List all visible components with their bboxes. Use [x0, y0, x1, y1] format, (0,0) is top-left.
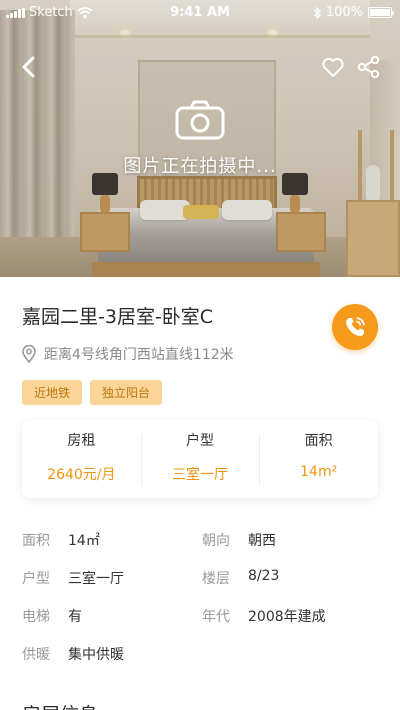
- battery-icon: [368, 7, 394, 18]
- location-text: 距离4号线角门西站直线112米: [44, 347, 234, 363]
- tag-near-subway: 近地铁: [22, 380, 83, 405]
- back-arrow-icon[interactable]: [16, 54, 42, 80]
- summary-area: 面积 14m²: [259, 420, 378, 498]
- detail-value: 集中供暖: [68, 647, 124, 663]
- room-photo: Sketch 9:41 AM 100% 图片正在拍摄中...: [0, 0, 400, 277]
- detail-row: 面积 14㎡ 朝向 朝西: [22, 530, 382, 568]
- tag-list: 近地铁 独立阳台: [22, 380, 163, 405]
- detail-floor: 楼层 8/23: [202, 568, 382, 588]
- camera-icon: [175, 100, 225, 140]
- share-icon[interactable]: [356, 54, 382, 80]
- photo-placeholder: 图片正在拍摄中...: [0, 100, 400, 178]
- detail-heating: 供暖 集中供暖: [22, 644, 212, 664]
- status-right: 100%: [313, 5, 394, 20]
- detail-value: 8/23: [248, 568, 280, 584]
- detail-label: 年代: [202, 609, 230, 625]
- summary-label: 户型: [186, 433, 214, 449]
- detail-row: 电梯 有 年代 2008年建成: [22, 606, 382, 644]
- summary-value: 14m²: [300, 464, 338, 480]
- shooting-status-text: 图片正在拍摄中...: [123, 156, 277, 177]
- status-bar: Sketch 9:41 AM 100%: [0, 0, 400, 24]
- heart-icon[interactable]: [320, 54, 346, 80]
- detail-value: 有: [68, 609, 82, 625]
- location-pin-icon: [22, 345, 36, 363]
- detail-layout: 户型 三室一厅: [22, 568, 202, 588]
- detail-label: 电梯: [22, 609, 50, 625]
- call-button[interactable]: [332, 304, 378, 350]
- summary-value: 三室一厅: [172, 467, 228, 483]
- detail-label: 户型: [22, 571, 50, 587]
- detail-label: 楼层: [202, 571, 230, 587]
- detail-row: 供暖 集中供暖: [22, 644, 382, 682]
- listing-title: 嘉园二里-3居室-卧室C: [22, 306, 214, 328]
- detail-value: 朝西: [248, 533, 276, 549]
- detail-elevator: 电梯 有: [22, 606, 202, 626]
- detail-year: 年代 2008年建成: [202, 606, 382, 626]
- detail-row: 户型 三室一厅 楼层 8/23: [22, 568, 382, 606]
- summary-value: 2640元/月: [47, 467, 116, 483]
- summary-layout: 户型 三室一厅: [140, 420, 260, 498]
- detail-label: 面积: [22, 533, 50, 549]
- detail-label: 朝向: [202, 533, 230, 549]
- detail-value: 三室一厅: [68, 571, 124, 587]
- detail-area: 面积 14㎡: [22, 530, 202, 550]
- summary-label: 面积: [304, 433, 333, 449]
- bluetooth-icon: [313, 6, 321, 19]
- tag-private-balcony: 独立阳台: [90, 380, 163, 405]
- battery-percent: 100%: [325, 5, 363, 20]
- summary-label: 房租: [67, 433, 96, 449]
- section-title-house-info: 房屋信息: [22, 700, 98, 710]
- detail-orientation: 朝向 朝西: [202, 530, 382, 550]
- phone-icon: [346, 317, 365, 336]
- detail-value: 2008年建成: [248, 609, 326, 625]
- summary-rent: 房租 2640元/月: [22, 420, 141, 498]
- detail-value: 14㎡: [68, 533, 100, 549]
- detail-grid: 面积 14㎡ 朝向 朝西 户型 三室一厅 楼层 8/23 电梯 有 年代 200…: [22, 530, 382, 682]
- location-row: 距离4号线角门西站直线112米: [22, 344, 234, 364]
- detail-label: 供暖: [22, 647, 50, 663]
- summary-card: 房租 2640元/月 户型 三室一厅 面积 14m²: [22, 420, 378, 498]
